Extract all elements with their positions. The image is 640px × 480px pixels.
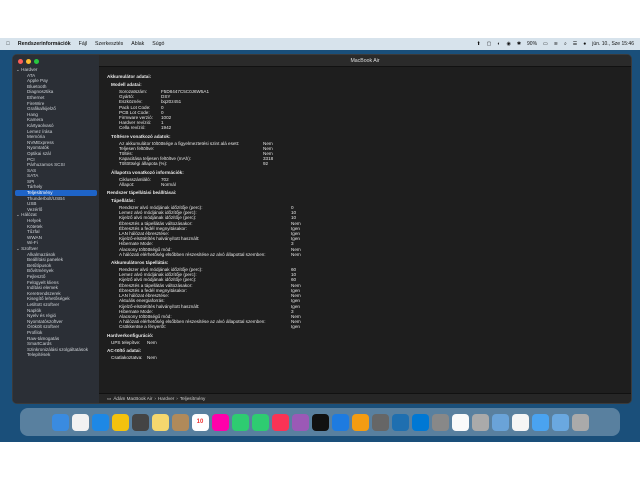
dock-calendar-icon[interactable]: 10 (191, 413, 209, 431)
info-row: UPS telepítve: Nem (107, 340, 623, 345)
window-title: MacBook Air (350, 57, 380, 64)
title-bar: MacBook Air (99, 55, 631, 67)
info-value: Igen (291, 324, 300, 330)
dock-appstore-icon[interactable] (331, 413, 349, 431)
dock-music-icon[interactable] (271, 413, 289, 431)
search-icon[interactable]: ⌕ (564, 41, 567, 47)
close-button[interactable] (18, 59, 23, 64)
dock-unknown-icon[interactable] (371, 413, 389, 431)
dock-notes-icon[interactable] (151, 413, 169, 431)
info-row: Cella revízió: 1942 (107, 125, 623, 130)
info-value: 1942 (161, 125, 172, 131)
sidebar: ⌄ Hardver ATA Apple Pay Bluetooth Diagnoszti… (13, 55, 99, 403)
info-key: UPS telepítve: (111, 339, 141, 345)
dock-downloads-icon[interactable] (531, 413, 549, 431)
dock-launchpad-icon[interactable] (71, 413, 89, 431)
dock-calculator-icon[interactable] (131, 413, 149, 431)
path-item[interactable]: Hardver (158, 396, 174, 401)
laptop-icon: ▭ (107, 395, 112, 401)
chevron-right-icon: › (176, 396, 178, 401)
dock-numbers-icon[interactable] (251, 413, 269, 431)
zoom-button[interactable] (34, 59, 39, 64)
control-center-icon[interactable]: ☰ (573, 41, 577, 47)
detail-pane: Akkumulátor adatai: Modell adatai: Sorozat… (99, 67, 631, 393)
section-heading: Rendszer tápellátási beállításai: (107, 190, 177, 196)
info-value: Normál (161, 181, 176, 187)
dock-qbittorrent-icon[interactable] (391, 413, 409, 431)
info-key: Cella revízió: (119, 125, 146, 131)
info-row: Töltöttségi állapota (%): 92 (107, 161, 623, 166)
dock-vlc-icon[interactable] (351, 413, 369, 431)
dock-finder-icon[interactable] (51, 413, 69, 431)
minimize-button[interactable] (26, 59, 31, 64)
chevron-right-icon: › (154, 396, 156, 401)
path-item[interactable]: Ádám MacBook Air (113, 396, 152, 401)
section-heading: Tápellátás: (111, 198, 135, 204)
info-row: Állapot: Normál (107, 182, 623, 187)
menu-edit[interactable]: Szerkesztés (95, 41, 123, 47)
menu-bar:  Rendszerinformációk Fájl Szerkesztés A… (0, 38, 640, 50)
section-heading: Hardverkonfiguráció: (107, 332, 154, 338)
section-heading: Modell adatai: (111, 82, 142, 87)
info-row: A hálózati elérhetőség elsőbben részesít… (107, 252, 623, 257)
dock-system-preferences-icon[interactable] (431, 413, 449, 431)
battery-icon[interactable]: ▭ (543, 41, 548, 47)
info-value: 92 (263, 161, 269, 167)
status-icon[interactable]: ▢ (487, 41, 492, 47)
bluetooth-icon[interactable]: ✱ (517, 41, 521, 47)
info-key: Csatlakoztatva: (111, 354, 143, 360)
dock-facetime-icon[interactable] (231, 413, 249, 431)
datetime[interactable]: jún. 10., Sze 15:46 (592, 41, 634, 47)
sidebar-list: ⌄ Hardver ATA Apple Pay Bluetooth Diagnoszti… (13, 67, 99, 358)
info-key: Állapot: (119, 181, 135, 187)
section-heading: Akkumulátor adatai: (107, 74, 152, 79)
dock-contacts-icon[interactable] (171, 413, 189, 431)
info-row: Csatlakoztatva: Nem (107, 355, 623, 360)
info-value: Nem (291, 251, 301, 257)
section-heading: AC-töltő adatai: (107, 347, 142, 353)
info-value: Nem (147, 339, 157, 345)
dock-disk-utility-icon[interactable] (471, 413, 489, 431)
info-key: A hálózati elérhetőség elsőbben részesít… (119, 251, 266, 257)
dock-chrome-icon[interactable] (111, 413, 129, 431)
info-value: Nem (147, 354, 157, 360)
section-heading: Akkumulátoros tápellátás: (111, 260, 169, 266)
dock-textedit-icon[interactable] (511, 413, 529, 431)
section-heading: Töltésre vonatkozó adatok: (111, 133, 171, 139)
dock-skype-icon[interactable] (411, 413, 429, 431)
system-information-window: ⌄ Hardver ATA Apple Pay Bluetooth Diagnoszti… (12, 54, 632, 404)
menu-app-name[interactable]: Rendszerinformációk (18, 41, 71, 47)
menu-window[interactable]: Ablak (131, 41, 144, 47)
info-row: Csökkentse a fényerőt: Igen (107, 324, 623, 329)
dock-preview-icon[interactable] (491, 413, 509, 431)
dock-folder-icon[interactable] (551, 413, 569, 431)
path-bar: ▭ Ádám MacBook Air › Hardver › Teljesítm… (99, 393, 631, 403)
dock-tv-icon[interactable] (311, 413, 329, 431)
dock-trash-icon[interactable] (571, 413, 589, 431)
menu-help[interactable]: Súgó (152, 41, 164, 47)
dock-podcasts-icon[interactable] (291, 413, 309, 431)
apple-icon[interactable]:  (6, 41, 10, 47)
section-heading: Állapotra vonatkozó információk: (111, 169, 184, 175)
dock-safari-icon[interactable] (91, 413, 109, 431)
desktop:  Rendszerinformációk Fájl Szerkesztés A… (0, 38, 640, 442)
path-item[interactable]: Teljesítmény (180, 396, 206, 401)
dock-photos-icon[interactable] (211, 413, 229, 431)
siri-icon[interactable]: ● (583, 41, 586, 47)
status-icon[interactable]: ⬆ (476, 41, 480, 47)
battery-percent[interactable]: 90% (527, 41, 537, 47)
wifi-icon[interactable]: ≋ (554, 41, 558, 47)
window-controls (18, 59, 39, 64)
info-key: Töltöttségi állapota (%): (119, 161, 168, 167)
info-key: Csökkentse a fényerőt: (119, 324, 166, 330)
status-icon[interactable]: ◉ (506, 41, 510, 47)
dock: 10 (20, 408, 620, 436)
dock-clock-icon[interactable] (451, 413, 469, 431)
status-icon[interactable]: ◐ (497, 41, 500, 47)
sidebar-item[interactable]: Telepítések (13, 352, 99, 358)
menu-file[interactable]: Fájl (79, 41, 87, 47)
